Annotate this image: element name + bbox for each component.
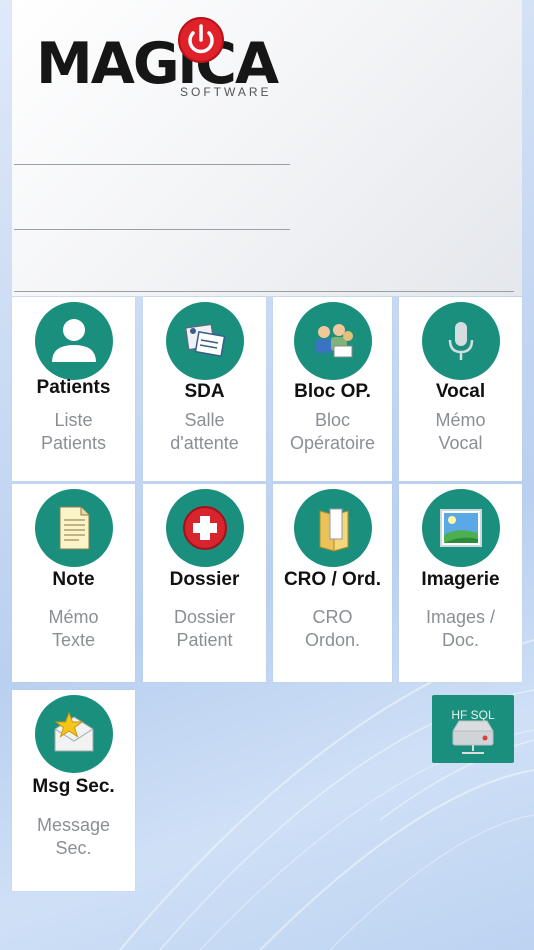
- star-envelope-icon: [53, 711, 93, 752]
- tile-icon-circle: [165, 489, 244, 567]
- header-panel: MAGiCA SOFTWARE: [12, 0, 522, 296]
- waiting-room-icon: [184, 323, 225, 357]
- tile-icon-circle: [34, 695, 113, 773]
- tile-cro-ord[interactable]: CRO / Ord. CRO Ordon.: [273, 484, 392, 682]
- tile-note[interactable]: Note Mémo Texte: [12, 484, 135, 682]
- tile-subtitle: CRO Ordon.: [304, 607, 361, 650]
- tile-sda[interactable]: SDA Salle d'attente: [143, 297, 266, 481]
- hfsql-button[interactable]: HF SQL: [432, 695, 514, 763]
- tile-patients[interactable]: Patients Liste Patients: [12, 297, 135, 481]
- tile-subtitle: Images / Doc.: [425, 607, 496, 650]
- surgery-team-icon: [315, 324, 353, 358]
- tile-icon-circle: [34, 302, 113, 380]
- tile-subtitle: Liste Patients: [40, 410, 107, 453]
- header-field-line-2: [14, 229, 290, 230]
- tile-title: Dossier: [169, 569, 240, 590]
- tile-title: Bloc OP.: [294, 381, 371, 402]
- tile-icon-circle: [165, 302, 244, 380]
- tile-vocal[interactable]: Vocal Mémo Vocal: [399, 297, 522, 481]
- tile-subtitle: Mémo Vocal: [435, 410, 486, 453]
- tile-title: Vocal: [435, 381, 486, 402]
- tile-subtitle: Message Sec.: [36, 815, 111, 858]
- tile-subtitle: Dossier Patient: [173, 607, 235, 650]
- header-field-line-3: [14, 291, 514, 292]
- tile-title: CRO / Ord.: [283, 569, 382, 590]
- tile-bloc-op[interactable]: Bloc OP. Bloc Opératoire: [273, 297, 392, 481]
- note-icon: [59, 506, 89, 550]
- person-icon: [51, 319, 96, 362]
- logo-subtitle: SOFTWARE: [180, 85, 272, 99]
- header-field-line-1: [14, 164, 290, 165]
- tile-imagerie[interactable]: Imagerie Images / Doc.: [399, 484, 522, 682]
- microphone-icon: [448, 322, 473, 360]
- power-icon: [178, 17, 224, 63]
- medical-cross-icon: [182, 506, 227, 550]
- landscape-image-icon: [439, 509, 482, 547]
- tile-icon-circle: [293, 489, 372, 567]
- tile-icon-circle: [421, 302, 500, 380]
- folder-icon: [319, 508, 348, 552]
- database-drive-icon: [452, 720, 494, 754]
- tile-dossier[interactable]: Dossier Dossier Patient: [143, 484, 266, 682]
- tile-title: Note: [52, 569, 95, 590]
- tile-title: Imagerie: [421, 569, 500, 590]
- tile-msg-sec[interactable]: Msg Sec. Message Sec.: [12, 690, 135, 891]
- tile-icon-circle: [421, 489, 500, 567]
- tile-title: Patients: [36, 377, 111, 398]
- tile-icon-circle: [293, 302, 372, 380]
- tile-subtitle: Mémo Texte: [48, 607, 99, 650]
- tile-subtitle: Salle d'attente: [170, 410, 239, 453]
- tile-subtitle: Bloc Opératoire: [289, 410, 376, 453]
- tile-title: SDA: [184, 381, 225, 402]
- magica-logo: MAGiCA SOFTWARE: [36, 14, 311, 106]
- tile-title: Msg Sec.: [32, 776, 115, 797]
- tile-icon-circle: [34, 489, 113, 567]
